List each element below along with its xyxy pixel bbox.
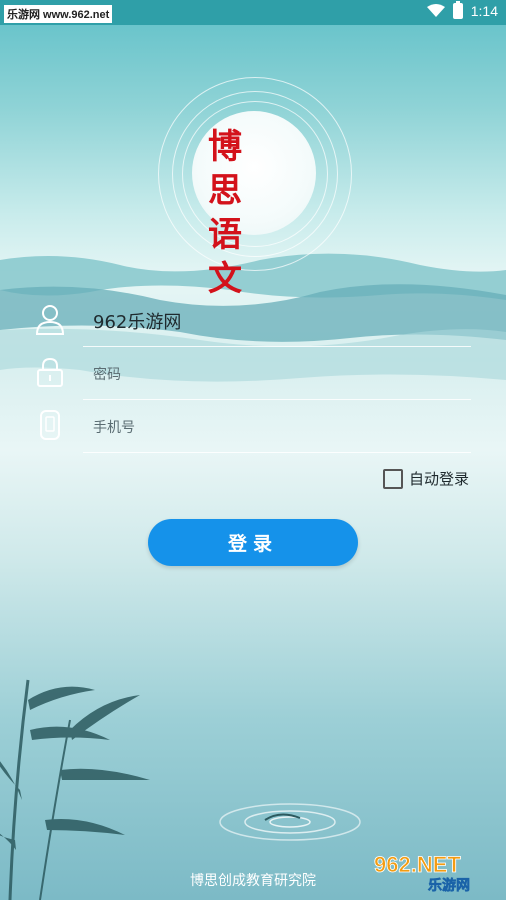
site-watermark-logo: 962.NET 乐游网 [374, 852, 471, 894]
password-row: 密码 [35, 348, 471, 400]
water-ripple-decoration [219, 803, 361, 841]
phone-input[interactable]: 手机号 [83, 401, 471, 453]
status-bar: 乐游网 www.962.net 1:14 [0, 0, 506, 25]
user-icon [35, 305, 65, 335]
username-field[interactable]: 962乐游网 [83, 295, 471, 347]
phone-icon [40, 410, 60, 440]
logo-line-1: 博 思 [208, 127, 248, 211]
username-row: 962乐游网 [35, 295, 471, 347]
logo-line-2: 语 文 [208, 215, 248, 299]
phone-row: 手机号 [35, 401, 471, 453]
logo-text: 博 思 语 文 [208, 125, 304, 301]
watermark-brand: 962.NET [374, 852, 461, 877]
password-input[interactable]: 密码 [83, 348, 471, 400]
app-logo: 博 思 语 文 [150, 75, 360, 299]
lock-icon [37, 357, 63, 387]
battery-icon [452, 1, 463, 19]
auto-login-toggle[interactable]: 自动登录 [382, 468, 469, 489]
status-time: 1:14 [470, 3, 498, 19]
bamboo-decoration [0, 679, 150, 900]
watermark-sub: 乐游网 [428, 877, 470, 894]
login-button[interactable]: 登录 [148, 519, 358, 566]
auto-login-checkbox[interactable] [382, 468, 403, 489]
wifi-icon [426, 4, 445, 17]
status-right: 1:14 [426, 1, 498, 19]
auto-login-label: 自动登录 [408, 470, 469, 488]
status-left-label: 乐游网 www.962.net [4, 5, 113, 23]
